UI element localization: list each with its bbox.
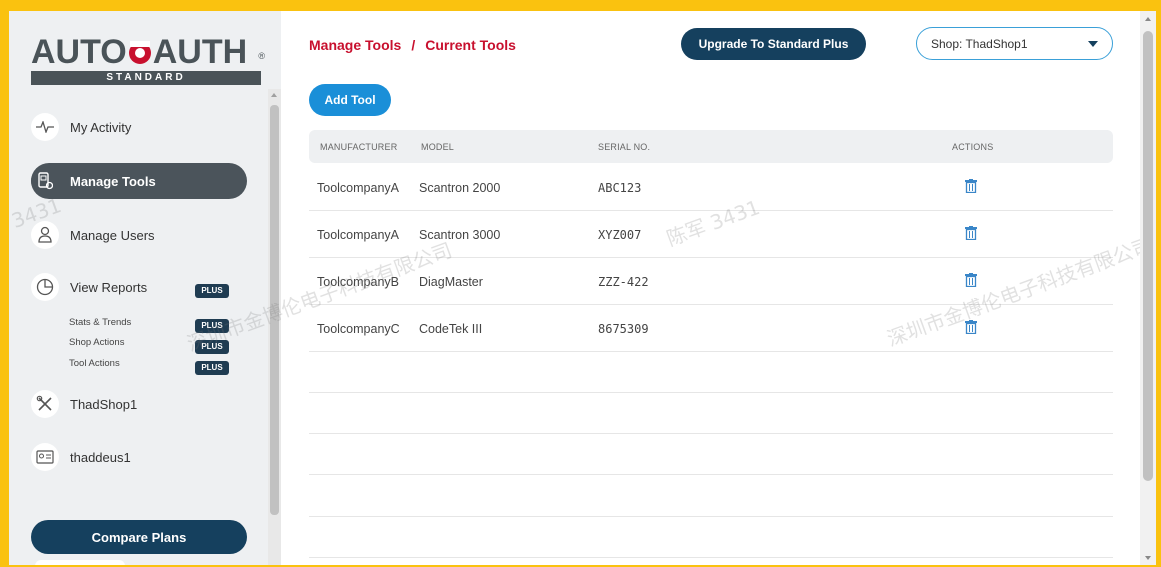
empty-row-divider bbox=[309, 392, 1113, 393]
cell-model: CodeTek III bbox=[419, 322, 483, 336]
logo-text-right: AUTH bbox=[152, 33, 248, 71]
sidebar-item-label: Manage Tools bbox=[70, 173, 156, 189]
plus-badge: PLUS bbox=[195, 340, 229, 354]
sidebar-subitem-shop-actions[interactable]: Shop Actions bbox=[69, 337, 124, 348]
table-row[interactable]: ToolcompanyC CodeTek III 8675309 bbox=[309, 306, 1113, 352]
partially-visible-button[interactable] bbox=[35, 560, 125, 565]
cell-serial: ZZZ-422 bbox=[598, 275, 649, 289]
column-header-actions: ACTIONS bbox=[952, 142, 994, 152]
scroll-up-icon[interactable] bbox=[271, 93, 277, 97]
sidebar-item-manage-tools[interactable]: Manage Tools bbox=[31, 163, 247, 199]
shop-select-value: Shop: ThadShop1 bbox=[931, 36, 1028, 51]
sidebar-item-my-activity[interactable]: My Activity bbox=[31, 109, 247, 145]
sidebar-item-label: My Activity bbox=[70, 119, 132, 135]
cell-manufacturer: ToolcompanyA bbox=[317, 228, 399, 242]
pie-chart-icon bbox=[31, 273, 59, 301]
empty-row-divider bbox=[309, 557, 1113, 558]
cell-manufacturer: ToolcompanyB bbox=[317, 275, 399, 289]
users-icon bbox=[31, 221, 59, 249]
logo-wordmark: AUTO AUTH ® bbox=[31, 33, 265, 71]
scroll-down-icon[interactable] bbox=[1145, 556, 1151, 560]
sidebar-scrollbar[interactable] bbox=[268, 89, 281, 565]
plus-badge: PLUS bbox=[195, 361, 229, 375]
column-header-serial[interactable]: SERIAL NO. bbox=[598, 142, 650, 152]
main-scrollbar[interactable] bbox=[1140, 11, 1156, 565]
trash-icon[interactable] bbox=[965, 273, 977, 287]
cell-serial: ABC123 bbox=[598, 181, 642, 195]
table-row[interactable]: ToolcompanyA Scantron 3000 XYZ007 bbox=[309, 212, 1113, 258]
column-header-model[interactable]: MODEL bbox=[421, 142, 454, 152]
sidebar-item-user-account[interactable]: thaddeus1 bbox=[31, 439, 247, 475]
scroll-up-icon[interactable] bbox=[1145, 17, 1151, 21]
sidebar-subitem-stats-trends[interactable]: Stats & Trends bbox=[69, 317, 131, 328]
breadcrumb: Manage Tools / Current Tools bbox=[309, 37, 516, 53]
table-row[interactable]: ToolcompanyA Scantron 2000 ABC123 bbox=[309, 165, 1113, 211]
cell-model: DiagMaster bbox=[419, 275, 483, 289]
sidebar-item-label: thaddeus1 bbox=[70, 449, 131, 465]
plus-badge: PLUS bbox=[195, 319, 229, 333]
empty-row-divider bbox=[309, 474, 1113, 475]
shop-select[interactable]: Shop: ThadShop1 bbox=[916, 27, 1113, 60]
empty-row-divider bbox=[309, 516, 1113, 517]
activity-pulse-icon bbox=[31, 113, 59, 141]
breadcrumb-manage-tools[interactable]: Manage Tools bbox=[309, 37, 401, 53]
sidebar-item-label: ThadShop1 bbox=[70, 396, 138, 412]
sidebar-subitem-tool-actions[interactable]: Tool Actions bbox=[69, 358, 120, 369]
tools-icon bbox=[31, 167, 59, 195]
trash-icon[interactable] bbox=[965, 320, 977, 334]
column-header-manufacturer[interactable]: MANUFACTURER bbox=[320, 142, 397, 152]
plus-badge: PLUS bbox=[195, 284, 229, 298]
logo-lock-icon bbox=[128, 41, 151, 64]
registered-mark: ® bbox=[258, 51, 265, 61]
cell-serial: 8675309 bbox=[598, 322, 649, 336]
wrench-screwdriver-icon bbox=[31, 390, 59, 418]
cell-model: Scantron 3000 bbox=[419, 228, 501, 242]
app-window: AUTO AUTH ® STANDARD My Activity Manage T… bbox=[9, 11, 1156, 565]
sidebar-item-manage-users[interactable]: Manage Users bbox=[31, 217, 247, 253]
compare-plans-button[interactable]: Compare Plans bbox=[31, 520, 247, 554]
cell-manufacturer: ToolcompanyA bbox=[317, 181, 399, 195]
sidebar: AUTO AUTH ® STANDARD My Activity Manage T… bbox=[9, 11, 281, 565]
cell-model: Scantron 2000 bbox=[419, 181, 501, 195]
plan-tier-label: STANDARD bbox=[31, 71, 261, 85]
chevron-down-icon bbox=[1088, 41, 1098, 47]
cell-manufacturer: ToolcompanyC bbox=[317, 322, 400, 336]
upgrade-button[interactable]: Upgrade To Standard Plus bbox=[681, 28, 866, 60]
id-card-icon bbox=[31, 443, 59, 471]
empty-row-divider bbox=[309, 433, 1113, 434]
table-header: MANUFACTURER MODEL SERIAL NO. ACTIONS bbox=[309, 130, 1113, 163]
sidebar-scroll-thumb[interactable] bbox=[270, 105, 279, 515]
cell-serial: XYZ007 bbox=[598, 228, 642, 242]
trash-icon[interactable] bbox=[965, 226, 977, 240]
sidebar-item-label: Manage Users bbox=[70, 227, 155, 243]
autoauth-logo: AUTO AUTH ® STANDARD bbox=[31, 33, 265, 85]
main-scroll-thumb[interactable] bbox=[1143, 31, 1153, 481]
sidebar-item-shop[interactable]: ThadShop1 bbox=[31, 386, 247, 422]
breadcrumb-current-tools: Current Tools bbox=[425, 37, 516, 53]
add-tool-button[interactable]: Add Tool bbox=[309, 84, 391, 116]
sidebar-item-label: View Reports bbox=[70, 279, 148, 295]
breadcrumb-separator: / bbox=[411, 37, 416, 53]
logo-text-left: AUTO bbox=[31, 33, 127, 71]
table-row[interactable]: ToolcompanyB DiagMaster ZZZ-422 bbox=[309, 259, 1113, 305]
trash-icon[interactable] bbox=[965, 179, 977, 193]
